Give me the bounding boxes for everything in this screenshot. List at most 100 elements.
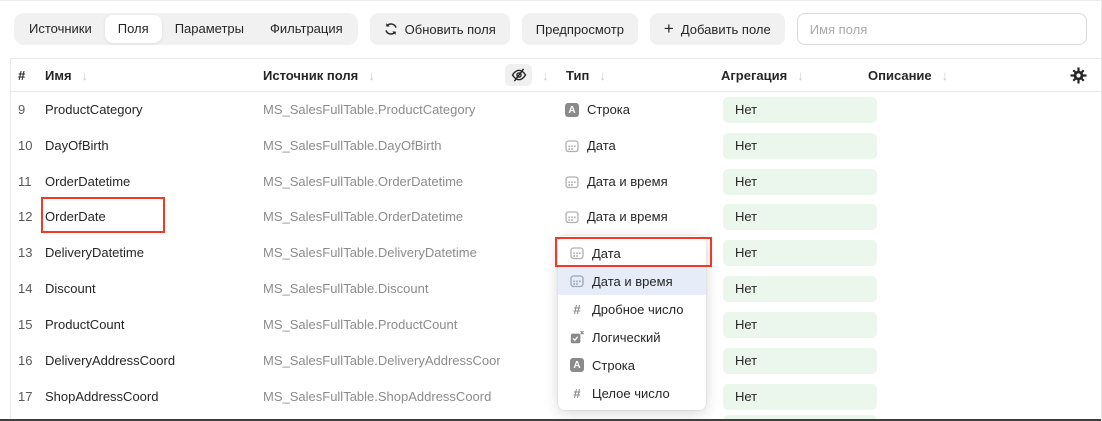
calendar-icon [570,274,584,288]
tab-filtering[interactable]: Фильтрация [257,15,356,43]
field-source[interactable]: MS_SalesFullTable.DeliveryDatetime [263,235,500,271]
table-row[interactable]: 15 ProductCount MS_SalesFullTable.Produc… [0,307,1101,343]
field-type[interactable]: Дата [565,128,616,164]
field-name[interactable]: Discount [45,271,96,307]
field-source[interactable]: MS_SalesFullTable.OrderDatetime [263,199,500,235]
tab-parameters[interactable]: Параметры [162,15,257,43]
plus-icon: + [664,20,674,37]
table-row[interactable]: 16 DeliveryAddressCoord MS_SalesFullTabl… [0,343,1101,379]
field-type[interactable]: A Строка [565,92,630,128]
table-row[interactable]: 9 ProductCategory MS_SalesFullTable.Prod… [0,92,1101,128]
aggregation-badge[interactable]: Нет [723,276,877,302]
column-name: Имя ↓ [45,59,88,91]
field-name[interactable]: DeliveryAddressCoord [45,343,175,379]
field-source[interactable]: MS_SalesFullTable.DayOfBirth [263,128,500,164]
aggregation-badge[interactable]: Нет [723,169,877,195]
column-index-label: # [18,68,25,83]
sort-arrow-icon[interactable]: ↓ [368,68,375,83]
boolean-icon [570,330,584,344]
table-row[interactable]: 13 DeliveryDatetime MS_SalesFullTable.De… [0,235,1101,271]
aggregation-badge[interactable]: Нет [723,204,877,230]
column-description-label: Описание [868,68,932,83]
field-name[interactable]: DeliveryDatetime [45,235,144,271]
column-visibility: ↓ [505,59,549,91]
column-aggregation-label: Агрегация [721,68,787,83]
refresh-fields-button[interactable]: Обновить поля [370,13,510,45]
row-number: 16 [18,343,32,379]
column-name-label: Имя [45,68,72,83]
dropdown-item-integer[interactable]: # Целое число [558,379,706,407]
row-number: 17 [18,379,32,415]
sort-arrow-icon[interactable]: ↓ [599,68,606,83]
table-row[interactable]: 12 OrderDate MS_SalesFullTable.OrderDate… [0,199,1101,235]
aggregation-badge[interactable]: Нет [723,97,877,123]
field-name-search-input[interactable] [797,13,1087,45]
calendar-icon [565,139,579,153]
sort-arrow-icon[interactable]: ↓ [82,68,89,83]
field-source[interactable]: MS_SalesFullTable.OrderDatetime [263,164,500,200]
table-row[interactable]: 14 Discount MS_SalesFullTable.Discount Н… [0,271,1101,307]
refresh-fields-label: Обновить поля [405,22,496,37]
dropdown-item-label: Строка [592,358,635,373]
sort-arrow-icon[interactable]: ↓ [942,68,949,83]
row-number: 13 [18,235,32,271]
calendar-icon [565,210,579,224]
string-type-icon: A [565,103,579,117]
preview-button[interactable]: Предпросмотр [522,13,638,45]
field-type-label: Дата [587,128,616,164]
section-tabs: Источники Поля Параметры Фильтрация [14,13,358,45]
field-name[interactable]: OrderDatetime [45,164,130,200]
table-row[interactable]: 17 ShopAddressCoord MS_SalesFullTable.Sh… [0,379,1101,415]
calendar-icon [565,175,579,189]
field-type-label: Дата и время [587,199,668,235]
string-type-icon: A [570,358,584,372]
gear-icon[interactable] [1066,63,1090,87]
field-name[interactable]: ProductCategory [45,92,143,128]
row-number: 15 [18,307,32,343]
field-source[interactable]: MS_SalesFullTable.ProductCategory [263,92,500,128]
column-description: Описание ↓ [868,59,948,91]
dropdown-item-datetime[interactable]: Дата и время [558,267,706,295]
table-row[interactable]: 10 DayOfBirth MS_SalesFullTable.DayOfBir… [0,128,1101,164]
dropdown-item-date[interactable]: Дата [558,239,706,267]
tab-sources[interactable]: Источники [16,15,105,43]
field-source[interactable]: MS_SalesFullTable.DeliveryAddressCoord [263,343,500,379]
field-source[interactable]: MS_SalesFullTable.Discount [263,271,500,307]
field-type[interactable]: Дата и время [565,164,668,200]
type-select-dropdown: Дата Дата и время # Дробное число Логиче… [558,236,706,410]
add-field-button[interactable]: + Добавить поле [650,13,785,45]
aggregation-badge[interactable]: Нет [723,133,877,159]
field-name[interactable]: ShopAddressCoord [45,379,158,415]
field-name[interactable]: ProductCount [45,307,125,343]
aggregation-badge[interactable]: Нет [723,384,877,410]
dropdown-item-label: Дата [592,246,621,261]
toolbar: Источники Поля Параметры Фильтрация Обно… [14,13,1087,45]
add-field-label: Добавить поле [681,22,771,37]
column-type: Тип ↓ [566,59,606,91]
aggregation-badge[interactable]: Нет [723,312,877,338]
field-name[interactable]: DayOfBirth [45,128,109,164]
field-source[interactable]: MS_SalesFullTable.ShopAddressCoord [263,379,500,415]
aggregation-badge[interactable]: Нет [723,240,877,266]
dropdown-item-label: Целое число [592,386,670,401]
hash-icon: # [570,302,584,317]
sort-arrow-icon[interactable]: ↓ [542,68,549,83]
field-source[interactable]: MS_SalesFullTable.ProductCount [263,307,500,343]
hash-icon: # [570,386,584,401]
field-type[interactable]: Дата и время [565,199,668,235]
dropdown-item-float[interactable]: # Дробное число [558,295,706,323]
dropdown-item-label: Дробное число [592,302,683,317]
row-number: 12 [18,199,32,235]
sort-arrow-icon[interactable]: ↓ [797,68,804,83]
dropdown-item-label: Логический [592,330,660,345]
aggregation-badge[interactable]: Нет [723,348,877,374]
dropdown-item-string[interactable]: A Строка [558,351,706,379]
column-source: Источник поля ↓ [263,59,375,91]
column-source-label: Источник поля [263,68,358,83]
dropdown-item-boolean[interactable]: Логический [558,323,706,351]
preview-label: Предпросмотр [536,22,624,37]
eye-slash-icon[interactable] [505,64,532,86]
tab-fields[interactable]: Поля [105,15,162,43]
table-row[interactable]: 11 OrderDatetime MS_SalesFullTable.Order… [0,164,1101,200]
field-name[interactable]: OrderDate [45,199,106,235]
